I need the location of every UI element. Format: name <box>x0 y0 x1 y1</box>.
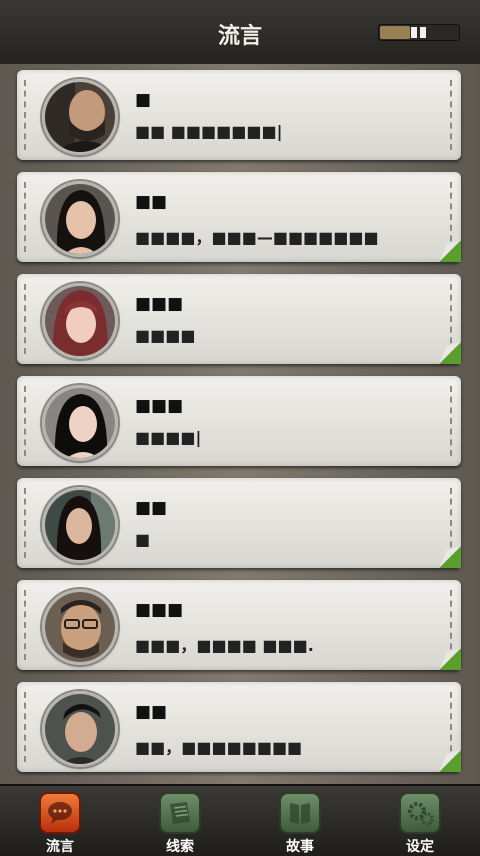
message-preview: ■■■■，■■■—■■■■■■■ <box>135 228 379 247</box>
message-card[interactable]: ■■ ■ <box>17 478 461 568</box>
tab-label: 设定 <box>406 839 434 855</box>
avatar <box>42 181 118 257</box>
unread-corner-icon <box>439 546 461 568</box>
message-preview: ■■，■■■■■■■■ <box>135 738 303 757</box>
tab-settings[interactable]: 设定 <box>360 786 480 856</box>
message-list[interactable]: ■ ■■ ■■■■■■■| ■■ ■■■■，■■■—■■■■■■■ ■■■ ■■… <box>0 64 480 784</box>
chat-bubble-icon <box>39 792 81 834</box>
tab-label: 流言 <box>46 839 74 855</box>
book-icon <box>279 792 321 834</box>
message-preview: ■ <box>135 530 151 549</box>
tab-label: 线索 <box>166 839 194 855</box>
tab-clues[interactable]: 线索 <box>120 786 240 856</box>
tab-label: 故事 <box>286 839 314 855</box>
avatar <box>42 283 118 359</box>
tab-story[interactable]: 故事 <box>240 786 360 856</box>
message-preview: ■■■，■■■■ ■■■. <box>135 636 314 655</box>
battery-indicator <box>378 24 460 41</box>
message-preview: ■■■■ <box>135 326 196 345</box>
message-card[interactable]: ■■ ■■，■■■■■■■■ <box>17 682 461 772</box>
contact-name: ■ <box>135 90 152 110</box>
avatar <box>42 589 118 665</box>
unread-corner-icon <box>439 240 461 262</box>
avatar <box>42 487 118 563</box>
message-card[interactable]: ■■■ ■■■■| <box>17 376 461 466</box>
unread-corner-icon <box>439 342 461 364</box>
message-card[interactable]: ■■■ ■■■■ <box>17 274 461 364</box>
gear-icon <box>399 792 441 834</box>
tab-rumors[interactable]: 流言 <box>0 786 120 856</box>
message-preview: ■■■■| <box>135 428 202 447</box>
contact-name: ■■ <box>135 498 168 518</box>
header-bar: 流言 <box>0 0 480 66</box>
contact-name: ■■■ <box>135 294 184 314</box>
message-card[interactable]: ■ ■■ ■■■■■■■| <box>17 70 461 160</box>
unread-corner-icon <box>439 750 461 772</box>
avatar <box>42 691 118 767</box>
contact-name: ■■■ <box>135 600 184 620</box>
tab-bar: 流言 线索 故事 设定 <box>0 784 480 856</box>
avatar <box>42 385 118 461</box>
message-card[interactable]: ■■ ■■■■，■■■—■■■■■■■ <box>17 172 461 262</box>
avatar <box>42 79 118 155</box>
message-preview: ■■ ■■■■■■■| <box>135 122 283 141</box>
contact-name: ■■ <box>135 702 168 722</box>
message-card[interactable]: ■■■ ■■■，■■■■ ■■■. <box>17 580 461 670</box>
contact-name: ■■ <box>135 192 168 212</box>
notebook-icon <box>159 792 201 834</box>
contact-name: ■■■ <box>135 396 184 416</box>
unread-corner-icon <box>439 648 461 670</box>
